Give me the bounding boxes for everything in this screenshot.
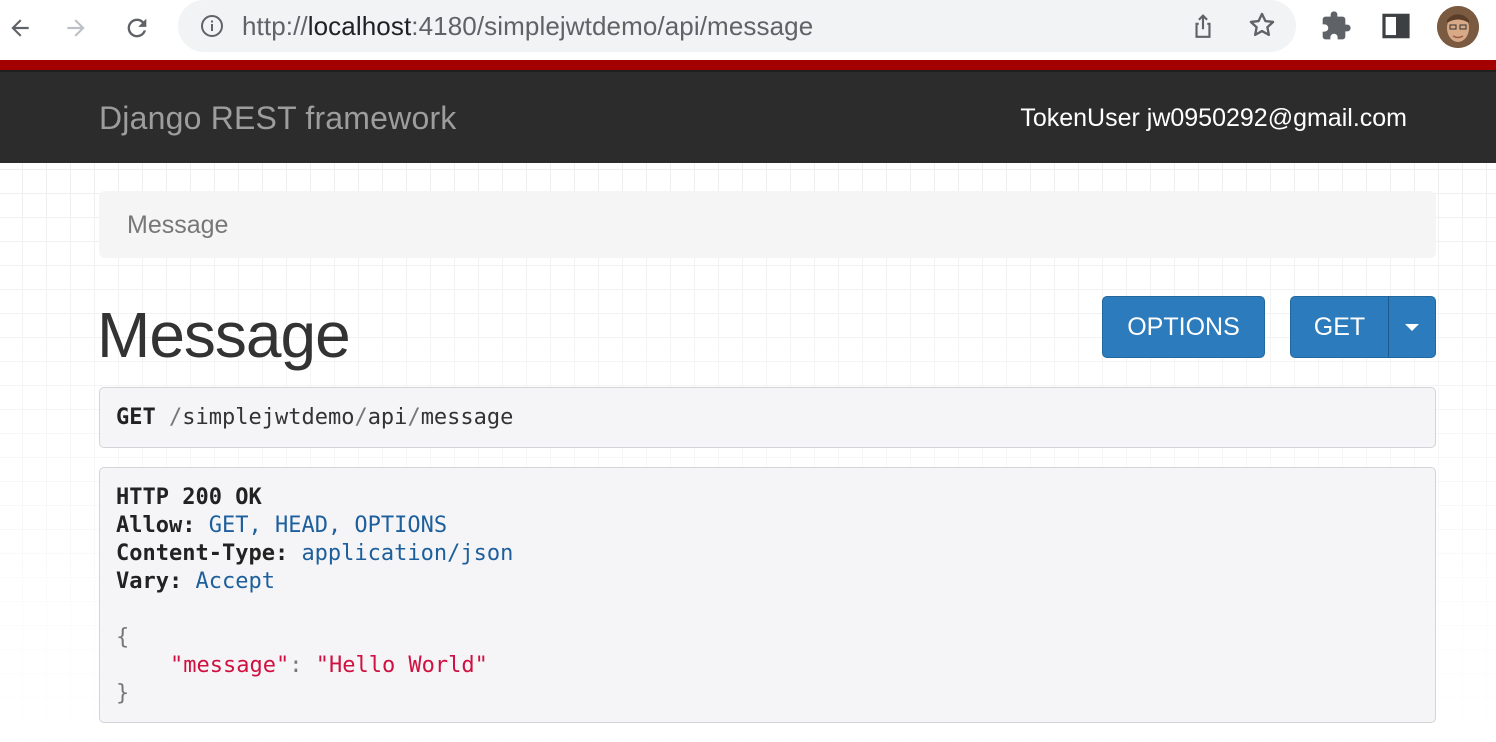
- brand-link[interactable]: Django REST framework: [99, 100, 457, 137]
- extensions-icon[interactable]: [1320, 10, 1352, 47]
- reload-icon[interactable]: [119, 10, 155, 46]
- request-info: GET /simplejwtdemo/api/message: [99, 387, 1436, 448]
- request-path-part: simplejwtdemo: [182, 405, 355, 430]
- avatar[interactable]: [1437, 6, 1479, 48]
- forward-arrow-icon[interactable]: [58, 10, 94, 46]
- get-format-dropdown-button[interactable]: [1388, 296, 1436, 358]
- response-header: Content-Type: application/json: [116, 541, 514, 566]
- response-status: HTTP 200 OK: [116, 485, 262, 510]
- request-path-part: api: [367, 405, 408, 430]
- info-icon[interactable]: [200, 14, 224, 43]
- page-title: Message: [97, 299, 351, 371]
- response-header: Allow: GET, HEAD, OPTIONS: [116, 513, 448, 538]
- back-arrow-icon[interactable]: [2, 10, 38, 46]
- browser-toolbar: http://localhost:4180/simplejwtdemo/api/…: [0, 0, 1496, 56]
- user-menu[interactable]: TokenUser jw0950292@gmail.com: [1020, 104, 1407, 133]
- request-path-part: message: [420, 405, 514, 430]
- breadcrumb-item-current: Message: [127, 211, 229, 239]
- url-text: http://localhost:4180/simplejwtdemo/api/…: [242, 11, 814, 41]
- json-open-brace: {: [116, 625, 130, 650]
- get-button[interactable]: GET: [1290, 296, 1389, 358]
- response-header: Vary: Accept: [116, 569, 275, 594]
- navbar: Django REST framework TokenUser jw095029…: [0, 70, 1496, 163]
- share-icon[interactable]: [1190, 12, 1216, 45]
- caret-down-icon: [1405, 323, 1419, 331]
- star-icon[interactable]: [1248, 11, 1276, 44]
- json-field: "message": "Hello World": [170, 653, 488, 678]
- request-method: GET: [116, 405, 156, 430]
- breadcrumb: Message: [99, 191, 1436, 258]
- side-panel-icon[interactable]: [1380, 10, 1412, 47]
- request-line: GET /simplejwtdemo/api/message: [116, 405, 514, 430]
- address-bar[interactable]: http://localhost:4180/simplejwtdemo/api/…: [178, 0, 1296, 52]
- navbar-accent-stripe: [0, 60, 1496, 70]
- response-info: HTTP 200 OK Allow: GET, HEAD, OPTIONS Co…: [99, 467, 1436, 723]
- options-button[interactable]: OPTIONS: [1102, 296, 1265, 358]
- json-close-brace: }: [116, 681, 130, 706]
